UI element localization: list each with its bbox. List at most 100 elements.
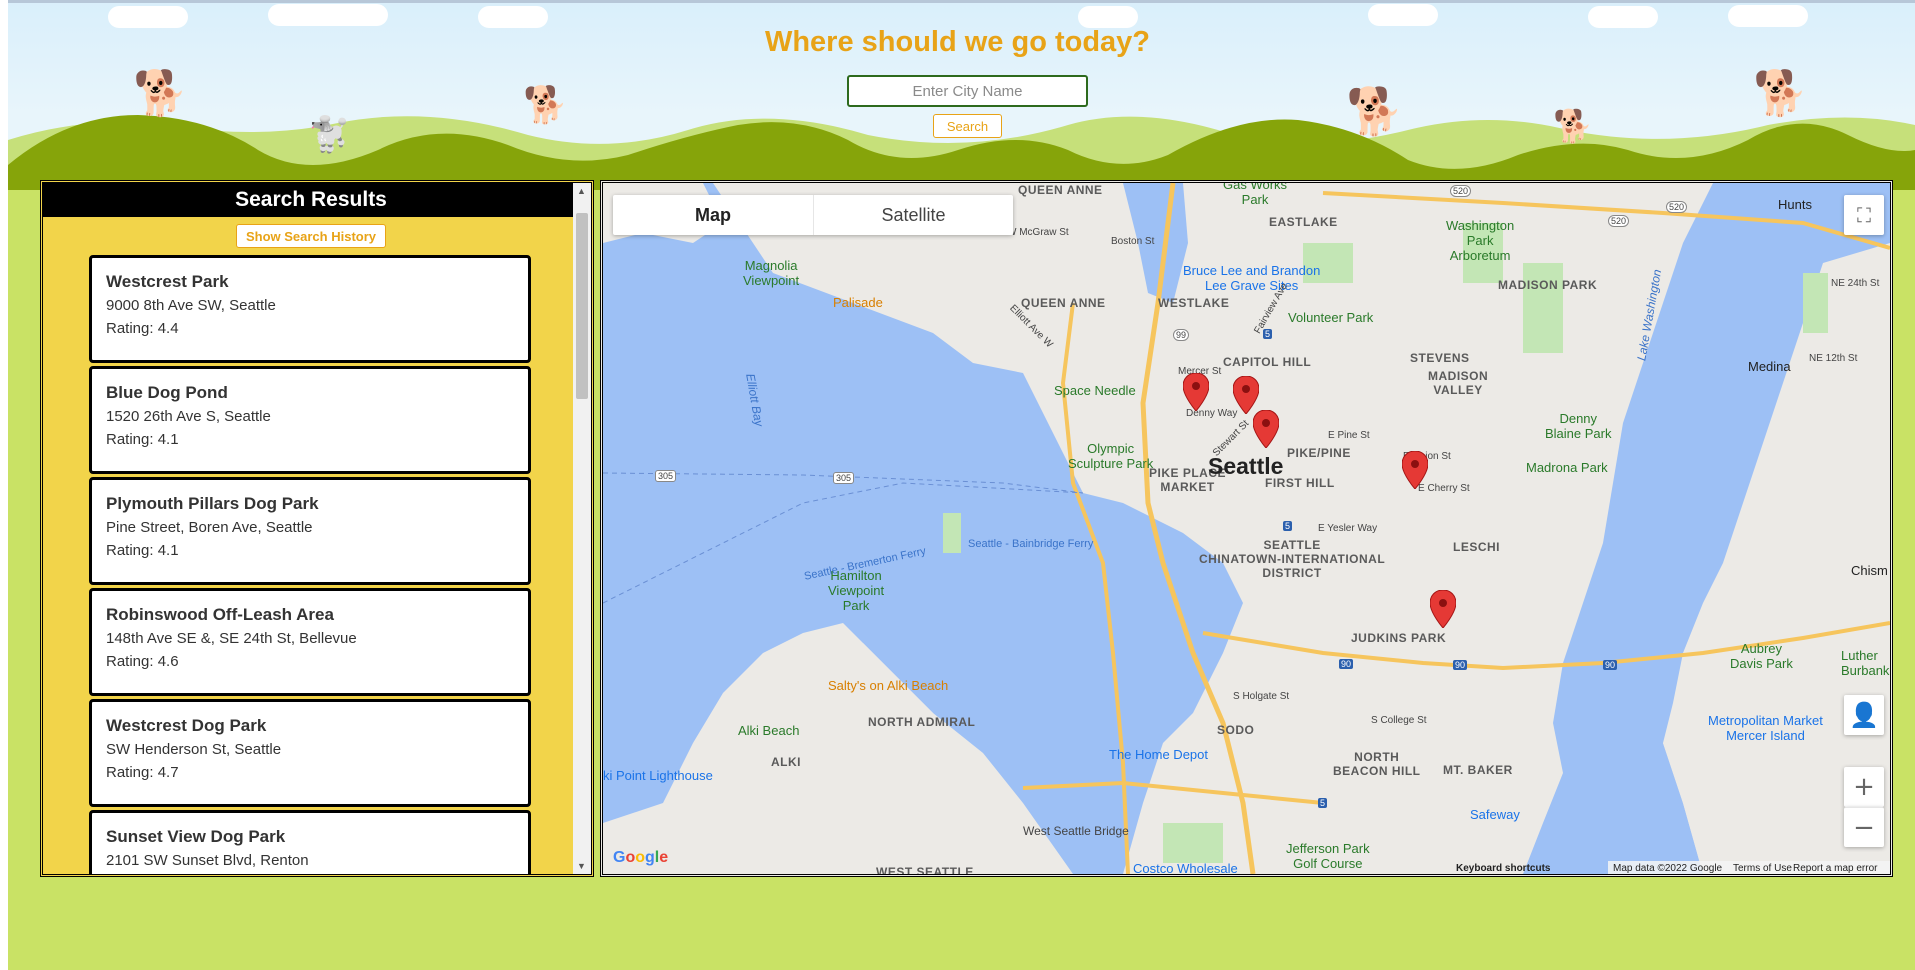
map-label-neighborhood: CAPITOL HILL	[1223, 355, 1312, 369]
map-label-road: NE 12th St	[1809, 353, 1858, 364]
map-label-neighborhood: NORTH BEACON HILL	[1333, 750, 1421, 778]
map-label-neighborhood: STEVENS	[1410, 351, 1470, 365]
map-label-park: Washington Park Arboretum	[1446, 218, 1515, 263]
top-border	[8, 0, 1915, 3]
map-label-ferry: Seattle - Bainbridge Ferry	[968, 538, 1094, 550]
dog-doberman-icon: 🐕	[1753, 68, 1808, 119]
map-label-city: Hunts	[1778, 197, 1812, 212]
map-label-park: Alki Beach	[738, 723, 800, 738]
cloud	[1728, 5, 1808, 27]
result-card[interactable]: Sunset View Dog Park 2101 SW Sunset Blvd,…	[89, 810, 531, 874]
result-rating: Rating: 4.7	[106, 764, 179, 781]
report-map-error-link[interactable]: Report a map error	[1793, 863, 1877, 874]
result-name: Sunset View Dog Park	[106, 827, 286, 846]
map-label-road: E Yesler Way	[1318, 523, 1378, 534]
map-label-restaurant: Salty's on Alki Beach	[828, 678, 949, 693]
map-label-park: Magnolia Viewpoint	[743, 258, 800, 288]
dog-greyhound-icon: 🐕	[1346, 84, 1404, 138]
search-button[interactable]: Search	[933, 114, 1002, 138]
show-search-history-button[interactable]: Show Search History	[236, 224, 386, 248]
result-name: Plymouth Pillars Dog Park	[106, 494, 319, 513]
map-type-map-tab[interactable]: Map	[613, 195, 813, 235]
fullscreen-icon[interactable]: ⛶	[1844, 195, 1884, 235]
map-label-neighborhood: EASTLAKE	[1269, 215, 1338, 229]
map-label-city: Chism Be	[1851, 563, 1890, 578]
map-marker-pin[interactable]	[1430, 590, 1456, 628]
highway-shield: 520	[1666, 201, 1688, 213]
map-label-neighborhood: QUEEN ANNE	[1021, 296, 1106, 310]
scroll-up-arrow-icon[interactable]: ▲	[577, 186, 586, 196]
city-search-input[interactable]	[847, 75, 1088, 107]
keyboard-shortcuts-link[interactable]: Keyboard shortcuts	[1456, 863, 1550, 874]
result-rating: Rating: 4.1	[106, 542, 179, 559]
map-type-control: Map Satellite	[613, 195, 1013, 235]
map-marker-pin[interactable]	[1183, 373, 1209, 411]
highway-shield: 5	[1318, 798, 1328, 808]
scroll-down-arrow-icon[interactable]: ▼	[577, 861, 586, 871]
street-view-pegman-icon[interactable]: 👤	[1844, 695, 1884, 735]
dog-small-white-icon: 🐩	[308, 115, 351, 155]
map-label-poi: Bruce Lee and Brandon Lee Grave Sites	[1183, 263, 1321, 293]
map-label-park: Volunteer Park	[1288, 310, 1374, 325]
result-name: Westcrest Dog Park	[106, 716, 267, 735]
result-rating: Rating: 4.4	[106, 320, 179, 337]
highway-shield: 90	[1453, 660, 1468, 670]
search-results-heading: Search Results	[43, 183, 579, 217]
map-label-neighborhood: ALKI	[771, 755, 801, 769]
map-attribution-bar: Keyboard shortcuts Map data ©2022 Google…	[603, 861, 1890, 874]
page-title: Where should we go today?	[764, 26, 1151, 58]
map-label-park: Aubrey Davis Park	[1730, 641, 1793, 671]
map-label-park: Luther Burbank Pa	[1841, 648, 1890, 678]
map-label-park: Space Needle	[1054, 383, 1136, 398]
dog-dachshund-icon: 🐕	[1553, 107, 1593, 145]
highway-shield: 520	[1450, 185, 1472, 197]
map-label-road: W McGraw St	[1007, 227, 1069, 238]
result-name: Blue Dog Pond	[106, 383, 228, 402]
hills-illustration	[8, 115, 1915, 190]
map-marker-pin[interactable]	[1233, 376, 1259, 414]
result-card[interactable]: Westcrest Park 9000 8th Ave SW, Seattle Ra…	[89, 255, 531, 363]
result-card[interactable]: Plymouth Pillars Dog Park Pine Street, Bo…	[89, 477, 531, 585]
map-label-road: E Pine St	[1328, 430, 1370, 441]
result-address: 148th Ave SE &, SE 24th St, Bellevue	[106, 630, 357, 647]
map-marker-pin[interactable]	[1253, 410, 1279, 448]
map-label-restaurant: Palisade	[833, 295, 883, 310]
highway-shield: 305	[833, 472, 855, 484]
map-label-neighborhood: NORTH ADMIRAL	[868, 715, 976, 729]
map-label-road: S College St	[1371, 715, 1427, 726]
map-label-city: Medina	[1748, 359, 1791, 374]
map-label-park: Olympic Sculpture Park	[1068, 441, 1154, 471]
map-label-road: S Holgate St	[1233, 691, 1290, 702]
map-type-satellite-tab[interactable]: Satellite	[813, 195, 1013, 235]
result-address: Pine Street, Boren Ave, Seattle	[106, 519, 313, 536]
highway-shield: 5	[1283, 521, 1293, 531]
cloud	[478, 6, 548, 28]
search-results-panel: Search Results Show Search History Westc…	[40, 180, 594, 877]
highway-shield: 5	[1263, 329, 1273, 339]
result-card[interactable]: Robinswood Off-Leash Area 148th Ave SE &,…	[89, 588, 531, 696]
map-label-park: Gas Works Park	[1223, 180, 1288, 207]
map-label-neighborhood: WESTLAKE	[1158, 296, 1230, 310]
map-label-road: West Seattle Bridge	[1023, 824, 1129, 838]
map-label-neighborhood: SODO	[1217, 723, 1255, 737]
result-address: 9000 8th Ave SW, Seattle	[106, 297, 276, 314]
map-view[interactable]: QUEEN ANNE QUEEN ANNE WESTLAKE EASTLAKE …	[600, 180, 1893, 877]
page-background: 🐕 🐩 🐕 🐕 🐕 🐕 Search Results Show Search H…	[8, 0, 1915, 970]
cloud	[1078, 6, 1138, 28]
cloud	[268, 4, 388, 26]
result-card[interactable]: Westcrest Dog Park SW Henderson St, Seatt…	[89, 699, 531, 807]
terms-of-use-link[interactable]: Terms of Use	[1733, 863, 1792, 874]
map-label-poi: The Home Depot	[1109, 747, 1208, 762]
map-label-road: Boston St	[1111, 236, 1155, 247]
map-label-neighborhood: LESCHI	[1453, 540, 1501, 554]
result-card[interactable]: Blue Dog Pond 1520 26th Ave S, Seattle Rat…	[89, 366, 531, 474]
results-scrollbar[interactable]: ▲ ▼	[573, 183, 591, 874]
zoom-out-button[interactable]: −	[1844, 807, 1884, 847]
map-label-neighborhood: MADISON PARK	[1498, 278, 1598, 292]
zoom-in-button[interactable]: +	[1844, 767, 1884, 807]
map-label-neighborhood: PIKE/PINE	[1287, 446, 1351, 460]
result-address: SW Henderson St, Seattle	[106, 741, 282, 758]
result-address: 2101 SW Sunset Blvd, Renton	[106, 852, 309, 869]
map-marker-pin[interactable]	[1402, 451, 1428, 489]
scroll-thumb[interactable]	[576, 213, 588, 399]
